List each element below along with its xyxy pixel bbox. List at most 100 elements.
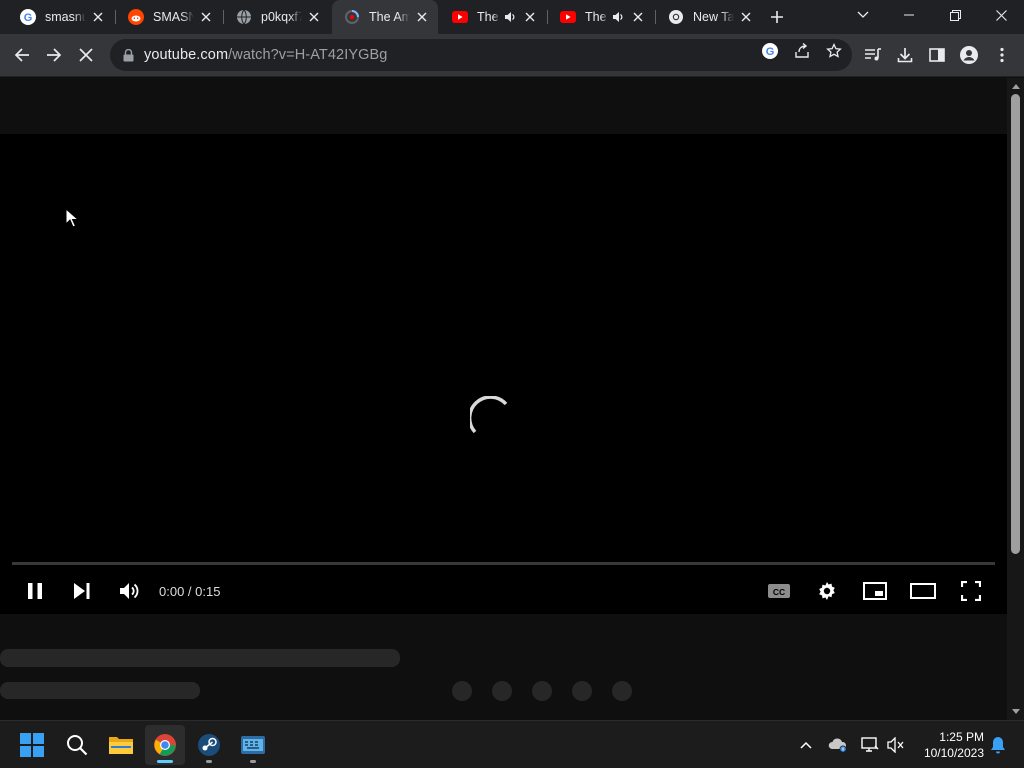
youtube-masthead [0, 78, 1007, 134]
profile-button[interactable] [954, 40, 984, 70]
tab-search-button[interactable] [840, 0, 886, 30]
mouse-cursor-icon [65, 208, 79, 228]
network-tray-icon[interactable] [858, 733, 882, 757]
cloud-icon [828, 738, 847, 753]
new-tab-button[interactable] [766, 6, 788, 28]
close-tab-icon[interactable] [90, 9, 106, 25]
steam-button[interactable] [189, 725, 229, 765]
restore-button[interactable] [932, 0, 978, 30]
system-clock[interactable]: 1:25 PM 10/10/2023 [914, 729, 984, 761]
arrow-right-icon [47, 48, 62, 62]
search-button[interactable] [57, 725, 97, 765]
share-button[interactable] [791, 40, 813, 62]
tab-5[interactable]: The [548, 0, 654, 34]
start-button[interactable] [12, 725, 52, 765]
action-placeholder [452, 681, 472, 701]
side-panel-button[interactable] [922, 40, 952, 70]
skip-next-icon [74, 583, 90, 599]
file-explorer-button[interactable] [101, 725, 141, 765]
show-hidden-icons-button[interactable] [794, 733, 818, 757]
url-path: /watch?v=H-AT42IYGBg [228, 47, 388, 63]
terminal-app-button[interactable] [233, 725, 273, 765]
next-button[interactable] [64, 573, 100, 609]
keyboard-app-icon [241, 736, 265, 754]
svg-text:CC: CC [773, 587, 785, 597]
pause-icon [28, 583, 42, 599]
notifications-button[interactable] [986, 733, 1010, 757]
tab-4[interactable]: The [440, 0, 546, 34]
close-icon [79, 48, 93, 62]
side-panel-icon [929, 48, 945, 62]
close-window-button[interactable] [978, 0, 1024, 30]
browser-toolbar: youtube.com/watch?v=H-AT42IYGBg G [0, 34, 1024, 77]
media-controls-button[interactable] [858, 40, 888, 70]
loading-spinner-icon [470, 396, 508, 434]
onedrive-tray-icon[interactable] [826, 733, 850, 757]
subtitles-button[interactable]: CC [761, 573, 797, 609]
tab-6[interactable]: New Tab [656, 0, 762, 34]
bookmark-button[interactable] [823, 40, 845, 62]
tab-3[interactable]: The Am [332, 0, 438, 34]
pause-button[interactable] [17, 573, 53, 609]
restore-icon [949, 9, 961, 21]
stop-loading-button[interactable] [71, 40, 101, 70]
tab-strip: G smasnu SMASN p0kqxf7 The Am The The Ne… [0, 0, 1024, 34]
person-icon [960, 46, 978, 64]
google-lens-button[interactable]: G [759, 40, 781, 62]
arrow-left-icon [14, 48, 29, 62]
close-icon [995, 9, 1007, 21]
close-tab-icon[interactable] [306, 9, 322, 25]
scroll-up-icon[interactable] [1011, 81, 1020, 91]
queue-music-icon [865, 48, 881, 61]
tab-2[interactable]: p0kqxf7 [224, 0, 330, 34]
scroll-down-icon[interactable] [1011, 706, 1020, 716]
plus-icon [771, 11, 783, 23]
share-icon [795, 43, 809, 58]
chrome-taskbar-button[interactable] [145, 725, 185, 765]
forward-button[interactable] [39, 40, 69, 70]
speaker-icon[interactable] [610, 9, 626, 25]
chrome-menu-button[interactable] [987, 40, 1017, 70]
close-tab-icon[interactable] [738, 9, 754, 25]
mute-button[interactable] [111, 573, 147, 609]
page-scrollbar[interactable] [1007, 78, 1024, 720]
miniplayer-button[interactable] [857, 573, 893, 609]
close-tab-icon[interactable] [414, 9, 430, 25]
volume-tray-icon[interactable] [884, 733, 908, 757]
video-player[interactable]: 0:00 / 0:15 CC [0, 134, 1007, 614]
tab-title: New Tab [693, 10, 734, 24]
fullscreen-button[interactable] [953, 573, 989, 609]
globe-icon [236, 9, 252, 25]
tab-title: p0kqxf7 [261, 10, 302, 24]
tab-title: The Am [369, 10, 410, 24]
svg-text:G: G [24, 12, 33, 24]
fullscreen-icon [961, 581, 981, 601]
theater-mode-icon [910, 583, 936, 599]
tab-1[interactable]: SMASN [116, 0, 222, 34]
svg-text:G: G [766, 46, 775, 58]
speaker-muted-icon [887, 737, 904, 753]
youtube-icon [560, 9, 576, 25]
progress-bar[interactable] [12, 562, 995, 565]
back-button[interactable] [7, 40, 37, 70]
reddit-icon [128, 9, 144, 25]
minimize-icon [904, 14, 914, 16]
downloads-button[interactable] [890, 40, 920, 70]
close-tab-icon[interactable] [198, 9, 214, 25]
gear-icon [819, 582, 835, 600]
url-host: youtube.com [144, 47, 229, 63]
close-tab-icon[interactable] [522, 9, 538, 25]
settings-button[interactable] [809, 573, 845, 609]
tab-title: SMASN [153, 10, 194, 24]
windows-taskbar: 1:25 PM 10/10/2023 [0, 720, 1024, 768]
miniplayer-icon [863, 582, 887, 600]
minimize-button[interactable] [886, 0, 932, 30]
close-tab-icon[interactable] [630, 9, 646, 25]
scrollbar-thumb[interactable] [1011, 94, 1020, 554]
clock-time: 1:25 PM [939, 730, 984, 744]
speaker-icon[interactable] [502, 9, 518, 25]
address-bar[interactable]: youtube.com/watch?v=H-AT42IYGBg [110, 39, 852, 71]
theater-mode-button[interactable] [905, 573, 941, 609]
current-time: 0:00 [159, 584, 185, 599]
tab-0[interactable]: G smasnu [8, 0, 114, 34]
